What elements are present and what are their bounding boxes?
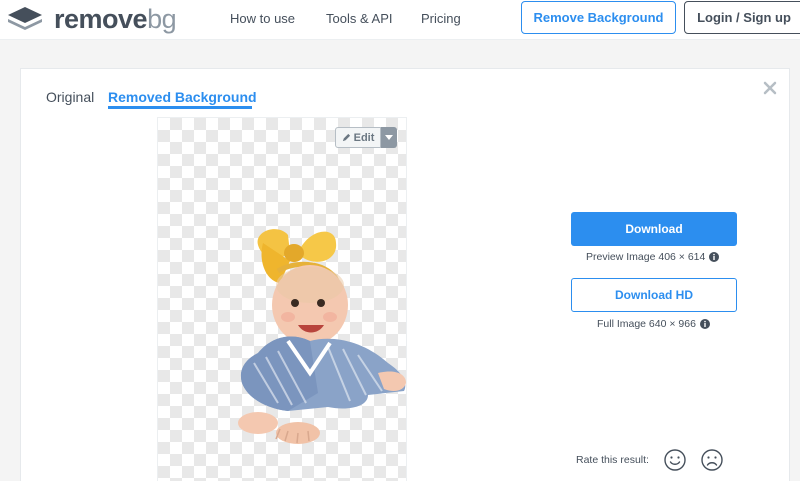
sad-face-icon[interactable] [701,449,723,471]
logo-wordmark: removebg [54,4,177,34]
tab-original[interactable]: Original [46,89,94,105]
pencil-icon [342,133,350,142]
info-icon[interactable] [699,319,710,329]
preview-image-info: Preview Image 406 × 614 [586,251,720,263]
edit-button-group: Edit [335,127,397,148]
logo-bg-text: bg [147,4,177,34]
nav-tools-api[interactable]: Tools & API [326,11,392,26]
rate-result-label: Rate this result: [576,454,649,466]
logo-remove-text: remove [54,4,148,34]
remove-background-button[interactable]: Remove Background [521,1,676,34]
removebg-logo[interactable]: removebg [6,4,177,34]
cutout-baby-image [238,229,406,444]
edit-label: Edit [353,131,375,144]
tab-removed-background[interactable]: Removed Background [108,89,257,105]
edit-dropdown-toggle[interactable] [381,127,397,148]
result-image-preview: Edit [157,117,407,481]
nav-how-to-use[interactable]: How to use [230,11,295,26]
download-button[interactable]: Download [571,212,737,246]
full-image-info: Full Image 640 × 966 [597,318,710,330]
happy-face-icon[interactable] [664,449,686,471]
edit-button[interactable]: Edit [335,127,381,148]
result-card: Original Removed Background Edit Downloa… [20,68,790,481]
close-icon[interactable] [763,81,777,95]
login-signup-button[interactable]: Login / Sign up [684,1,800,34]
info-icon[interactable] [709,252,720,262]
caret-down-icon [385,135,393,140]
top-navigation-bar: removebg How to use Tools & API Pricing … [0,0,800,40]
full-image-size: Full Image 640 × 966 [597,318,696,330]
download-hd-button[interactable]: Download HD [571,278,737,312]
nav-pricing[interactable]: Pricing [421,11,461,26]
preview-image-size: Preview Image 406 × 614 [586,251,706,263]
layers-logo-icon [8,7,42,30]
active-tab-indicator [108,106,252,109]
